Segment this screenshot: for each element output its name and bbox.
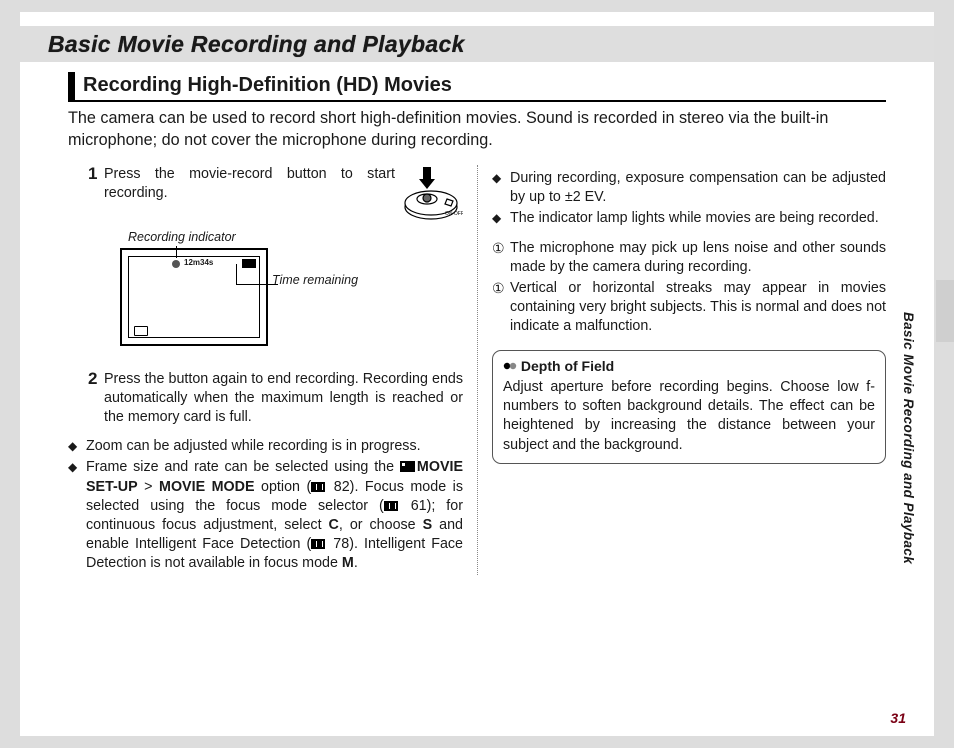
manual-page: Basic Movie Recording and Playback Recor… [20,12,934,736]
depth-of-field-tip-box: Depth of Field Adjust aperture before re… [492,350,886,463]
rec-badge-icon [242,259,256,268]
page-ref-icon [311,482,325,492]
chapter-header-bar: Basic Movie Recording and Playback [20,26,934,62]
step-number: 2 [88,370,104,427]
camera-button-illustration: ON OFF [403,165,463,223]
heading-accent-bar [68,72,75,100]
lcd-screen-illustration: 12m34s [120,248,268,346]
step-1: 1 Press the movie-record button to start… [88,165,463,360]
list-item: The microphone may pick up lens noise an… [492,239,886,277]
recording-indicator-diagram: Recording indicator 12m34s [120,229,463,346]
time-remaining-value: 12m34s [184,258,213,269]
step-2: 2 Press the button again to end recordin… [88,370,463,427]
svg-text:ON OFF: ON OFF [445,211,463,217]
step-number: 1 [88,165,104,360]
step-1-text: Press the movie-record button to start r… [104,165,395,223]
page-ref-icon [311,539,325,549]
tip-title: Depth of Field [503,357,875,376]
tip-body: Adjust aperture before recording begins.… [503,378,875,455]
page-content: Recording High-Definition (HD) Movies Th… [20,62,934,575]
right-notes-list: During recording, exposure compensation … [492,169,886,228]
left-column: 1 Press the movie-record button to start… [68,165,477,575]
section-title: Recording High-Definition (HD) Movies [83,72,452,100]
record-dot-icon [172,260,180,268]
tip-bullet-icon [503,357,517,376]
list-item: During recording, exposure compensation … [492,169,886,207]
movie-setup-icon [400,461,415,472]
list-item: Frame size and rate can be selected usin… [68,458,463,573]
right-column: During recording, exposure compensation … [477,165,886,575]
left-notes-list: Zoom can be adjusted while recording is … [68,437,463,573]
recording-indicator-label: Recording indicator [128,229,463,246]
caution-list: The microphone may pick up lens noise an… [492,239,886,337]
chapter-title: Basic Movie Recording and Playback [48,31,465,58]
two-column-layout: 1 Press the movie-record button to start… [68,165,886,575]
section-heading: Recording High-Definition (HD) Movies [68,72,886,102]
step-2-text: Press the button again to end recording.… [104,370,463,427]
list-item: The indicator lamp lights while movies a… [492,209,886,228]
time-remaining-label: Time remaining [272,272,358,289]
list-item: Vertical or horizontal streaks may appea… [492,279,886,336]
intro-paragraph: The camera can be used to record short h… [68,108,886,151]
movie-mode-icon [134,326,148,336]
thumb-index-tab [936,280,954,342]
side-tab-label: Basic Movie Recording and Playback [896,312,916,564]
list-item: Zoom can be adjusted while recording is … [68,437,463,456]
page-ref-icon [384,501,398,511]
page-number: 31 [890,710,906,726]
